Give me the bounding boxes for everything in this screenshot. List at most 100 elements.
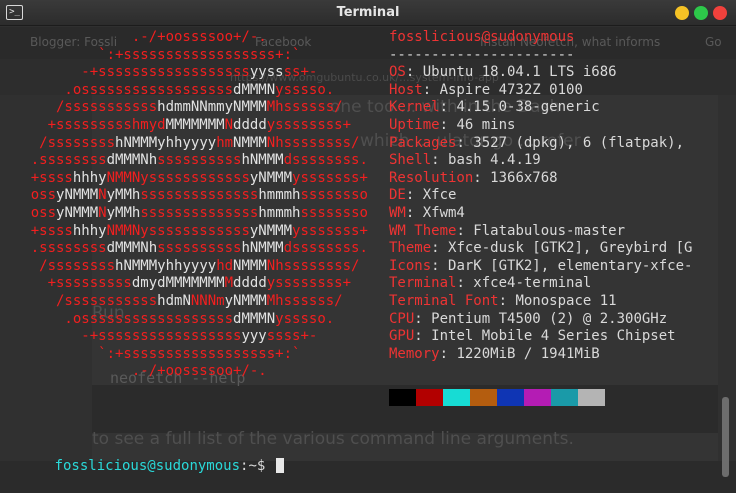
info-key: GPU [389, 328, 415, 345]
info-value: xfce4-terminal [473, 275, 592, 292]
logo-line: .ssssssssdMMMNhsssssssssshNMMMdssssssss. [0, 240, 368, 257]
info-row: WM: Xfwm4 [389, 205, 465, 223]
prompt-user-host: fosslicious@sudonymous [54, 457, 241, 474]
palette-swatch [416, 389, 443, 406]
info-row: CPU: Pentium T4500 (2) @ 2.300GHz [389, 311, 667, 329]
palette-swatch [497, 389, 524, 406]
info-value: Aspire 4732Z 0100 [439, 81, 583, 98]
palette-swatch [470, 389, 497, 406]
info-key: Icons [389, 257, 432, 274]
info-colon: : [431, 240, 449, 257]
info-row: DE: Xfce [389, 187, 456, 205]
terminal-window: >_ Terminal Blogger: Fossli Facebook Ins… [0, 0, 736, 477]
info-value: 46 mins [456, 117, 516, 133]
info-value: 3527 (dpkg), 6 (flatpak), [473, 134, 685, 151]
info-colon: : [456, 275, 474, 292]
info-row: Terminal: xfce4-terminal [389, 275, 591, 293]
info-value: Flatabulous-master [473, 222, 626, 239]
terminal-output[interactable]: .-/+oossssoo+/-. `:+ssssssssssssssssss+:… [0, 27, 736, 474]
logo-line: /sssssssshNMMMyhhyyyyhmNMMMNhssssssss/ [0, 134, 360, 151]
logo-line: +sssssssssdmydMMMMMMMMddddyssssssss+ [0, 275, 352, 292]
info-key: Kernel [389, 99, 440, 116]
info-colon: : [414, 328, 432, 345]
info-value: Monospace 11 [515, 293, 617, 309]
info-row: Host: Aspire 4732Z 0100 [389, 82, 583, 100]
user-host-text: fosslicious@sudonymous [389, 29, 575, 45]
logo-line: ossyNMMMNyMMhsssssssssssssshmmmhssssssso [0, 187, 368, 204]
info-row: Theme: Xfce-dusk [GTK2], Greybird [G [389, 240, 692, 258]
info-row: Packages: 3527 (dpkg), 6 (flatpak), [389, 135, 684, 153]
info-value: Pentium T4500 (2) @ 2.300GHz [431, 310, 668, 327]
info-value: Ubuntu 18.04.1 LTS i686 [422, 64, 617, 81]
info-key: OS [389, 64, 406, 81]
info-value: 1220MiB / 1941MiB [456, 345, 600, 362]
info-value: Intel Mobile 4 Series Chipset [431, 328, 676, 345]
text-cursor [275, 457, 284, 473]
info-value: DarK [GTK2], elementary-xfce- [448, 257, 693, 274]
window-title: Terminal [336, 5, 400, 20]
info-row: Resolution: 1366x768 [389, 170, 558, 188]
separator-line: ---------------------- [389, 46, 575, 63]
palette-swatch [389, 389, 416, 406]
info-key: Host [389, 81, 423, 98]
info-value: Xfwm4 [422, 205, 465, 221]
info-key: Terminal Font [389, 293, 499, 309]
logo-line: -+sssssssssssssssssyyyssss+- [0, 328, 318, 345]
minimize-button[interactable] [675, 6, 689, 20]
info-colon: : [431, 257, 449, 274]
logo-line: `:+ssssssssssssssssss+:` [0, 46, 301, 63]
logo-line: +sssshhhyNMMNyssssssssssssyNMMMysssssss+ [0, 169, 368, 186]
logo-line: +sssshhhyNMMNyssssssssssssyNMMMysssssss+ [0, 222, 368, 239]
info-value: Xfce-dusk [GTK2], Greybird [G [448, 240, 693, 257]
logo-line: -+ssssssssssssssssssyyssss+- [0, 64, 318, 81]
info-row: Icons: DarK [GTK2], elementary-xfce- [389, 258, 692, 276]
title-bar[interactable]: >_ Terminal [0, 0, 736, 26]
info-value: Xfce [422, 187, 457, 204]
palette-swatch [551, 389, 578, 406]
info-key: Theme [389, 240, 432, 257]
logo-line: `:+ssssssssssssssssss+:` [0, 345, 301, 362]
info-colon: : [405, 64, 423, 81]
logo-line: .-/+oossssoo+/-. [0, 363, 267, 380]
logo-line: /sssssssshNMMMyhhyyyyhdNMMMNhssssssss/ [0, 257, 360, 274]
logo-line: /ssssssssssshdmmNNmmyNMMMMhssssss/ [0, 99, 343, 116]
shell-prompt[interactable]: fosslicious@sudonymous:~$ [4, 440, 284, 474]
logo-line: /ssssssssssshdmNNNNmyNMMMMhssssss/ [0, 293, 343, 309]
info-row: Uptime: 46 mins [389, 117, 515, 135]
logo-line: ossyNMMMNyMMhsssssssssssssshmmmhssssssso [0, 205, 368, 221]
info-colon: : [498, 293, 516, 309]
info-row: Kernel: 4.15.0-38-generic [389, 99, 600, 117]
info-key: WM [389, 205, 406, 221]
info-row: Terminal Font: Monospace 11 [389, 293, 617, 311]
info-colon: : [431, 152, 449, 169]
palette-swatch [578, 389, 605, 406]
info-key: Shell [389, 152, 432, 169]
info-key: Terminal [389, 275, 457, 292]
info-row: OS: Ubuntu 18.04.1 LTS i686 [389, 64, 617, 82]
info-colon: : [456, 222, 474, 239]
info-key: Uptime [389, 117, 440, 133]
info-colon: : [405, 205, 423, 221]
info-colon: : [473, 169, 491, 186]
palette-swatch [524, 389, 551, 406]
info-key: CPU [389, 310, 415, 327]
info-colon: : [422, 81, 440, 98]
info-key: WM Theme [389, 222, 457, 239]
info-key: DE [389, 187, 406, 204]
info-row: Shell: bash 4.4.19 [389, 152, 541, 170]
info-row: WM Theme: Flatabulous-master [389, 223, 625, 241]
logo-line: .ossssssssssssssssssdMMMNysssso. [0, 310, 335, 327]
maximize-button[interactable] [694, 6, 708, 20]
info-colon: : [439, 117, 457, 133]
logo-line: .-/+oossssoo+/-. [0, 29, 267, 45]
info-key: Resolution [389, 169, 474, 186]
close-button[interactable] [713, 6, 727, 20]
info-value: bash 4.4.19 [448, 152, 541, 169]
info-row: Memory: 1220MiB / 1941MiB [389, 346, 600, 364]
logo-line: .ossssssssssssssssssdMMMNysssso. [0, 81, 335, 98]
user-host-heading: fosslicious@sudonymous [389, 29, 574, 47]
palette-swatch [443, 389, 470, 406]
info-colon: : [414, 310, 432, 327]
info-colon: : [439, 345, 457, 362]
prompt-path: :~$ [240, 457, 266, 474]
